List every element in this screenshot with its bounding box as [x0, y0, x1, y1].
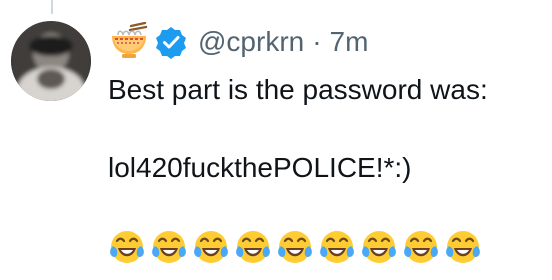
tears-of-joy-emoji-icon	[360, 228, 398, 266]
avatar[interactable]	[11, 21, 91, 101]
header-separator: ·	[312, 26, 322, 57]
noodle-bowl-icon[interactable]	[108, 21, 150, 62]
tears-of-joy-emoji-icon	[444, 228, 482, 266]
thread-line	[51, 0, 53, 14]
tears-of-joy-emoji-icon	[150, 228, 188, 266]
user-handle[interactable]: @cprkrn	[198, 22, 304, 62]
tears-of-joy-emoji-icon	[108, 228, 146, 266]
tweet-text-line-1: Best part is the password was:	[108, 74, 488, 105]
emoji-row	[108, 228, 482, 266]
tweet-text-line-2: lol420fuckthePOLICE!*:)	[108, 152, 412, 183]
tears-of-joy-emoji-icon	[402, 228, 440, 266]
tweet-body: Best part is the password was: lol420fuc…	[108, 72, 538, 186]
tears-of-joy-emoji-icon	[276, 228, 314, 266]
tweet-card[interactable]: @cprkrn · 7m Best part is the password w…	[0, 0, 552, 280]
tears-of-joy-emoji-icon	[234, 228, 272, 266]
tweet-header: @cprkrn · 7m	[108, 21, 369, 62]
avatar-image	[11, 21, 91, 101]
verified-badge-icon	[154, 25, 188, 59]
tears-of-joy-emoji-icon	[318, 228, 356, 266]
timestamp[interactable]: 7m	[330, 22, 369, 62]
tears-of-joy-emoji-icon	[192, 228, 230, 266]
